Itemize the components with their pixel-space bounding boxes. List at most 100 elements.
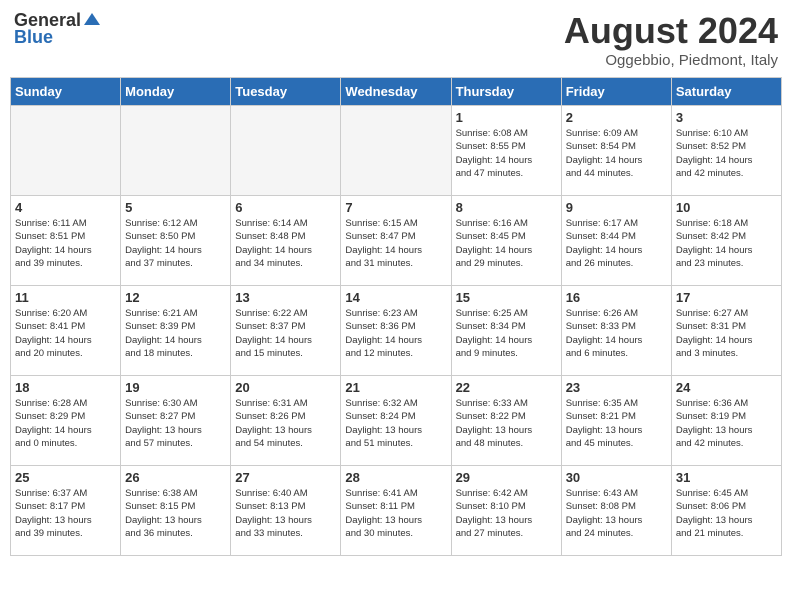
day-info: Sunrise: 6:43 AM Sunset: 8:08 PM Dayligh… — [566, 487, 667, 540]
day-number: 25 — [15, 470, 116, 485]
logo-icon — [82, 11, 102, 31]
day-number: 8 — [456, 200, 557, 215]
calendar-cell — [341, 106, 451, 196]
calendar-cell: 12 Sunrise: 6:21 AM Sunset: 8:39 PM Dayli… — [121, 286, 231, 376]
day-number: 15 — [456, 290, 557, 305]
calendar-cell: 14 Sunrise: 6:23 AM Sunset: 8:36 PM Dayli… — [341, 286, 451, 376]
day-info: Sunrise: 6:33 AM Sunset: 8:22 PM Dayligh… — [456, 397, 557, 450]
day-number: 11 — [15, 290, 116, 305]
day-number: 27 — [235, 470, 336, 485]
day-header-tuesday: Tuesday — [231, 78, 341, 106]
day-info: Sunrise: 6:27 AM Sunset: 8:31 PM Dayligh… — [676, 307, 777, 360]
day-info: Sunrise: 6:21 AM Sunset: 8:39 PM Dayligh… — [125, 307, 226, 360]
day-info: Sunrise: 6:09 AM Sunset: 8:54 PM Dayligh… — [566, 127, 667, 180]
day-header-friday: Friday — [561, 78, 671, 106]
day-number: 19 — [125, 380, 226, 395]
calendar-cell: 21Sunrise: 6:32 AM Sunset: 8:24 PM Dayli… — [341, 376, 451, 466]
day-number: 20 — [235, 380, 336, 395]
day-number: 23 — [566, 380, 667, 395]
calendar-cell: 19 Sunrise: 6:30 AM Sunset: 8:27 PM Dayli… — [121, 376, 231, 466]
calendar-cell: 8 Sunrise: 6:16 AM Sunset: 8:45 PM Daylig… — [451, 196, 561, 286]
calendar-cell: 16Sunrise: 6:26 AM Sunset: 8:33 PM Dayli… — [561, 286, 671, 376]
month-title: August 2024 — [564, 10, 778, 52]
calendar-cell: 4 Sunrise: 6:11 AM Sunset: 8:51 PM Daylig… — [11, 196, 121, 286]
calendar-cell: 11 Sunrise: 6:20 AM Sunset: 8:41 PM Dayli… — [11, 286, 121, 376]
week-row-2: 4 Sunrise: 6:11 AM Sunset: 8:51 PM Daylig… — [11, 196, 782, 286]
day-header-thursday: Thursday — [451, 78, 561, 106]
day-header-monday: Monday — [121, 78, 231, 106]
calendar-cell: 9Sunrise: 6:17 AM Sunset: 8:44 PM Daylig… — [561, 196, 671, 286]
calendar-cell: 17 Sunrise: 6:27 AM Sunset: 8:31 PM Dayli… — [671, 286, 781, 376]
day-number: 4 — [15, 200, 116, 215]
title-area: August 2024 Oggebbio, Piedmont, Italy — [564, 10, 778, 69]
day-number: 24 — [676, 380, 777, 395]
calendar-cell: 10 Sunrise: 6:18 AM Sunset: 8:42 PM Dayli… — [671, 196, 781, 286]
logo: General Blue — [14, 10, 103, 48]
day-number: 28 — [345, 470, 446, 485]
day-info: Sunrise: 6:35 AM Sunset: 8:21 PM Dayligh… — [566, 397, 667, 450]
day-info: Sunrise: 6:37 AM Sunset: 8:17 PM Dayligh… — [15, 487, 116, 540]
calendar-cell: 13 Sunrise: 6:22 AM Sunset: 8:37 PM Dayli… — [231, 286, 341, 376]
day-info: Sunrise: 6:41 AM Sunset: 8:11 PM Dayligh… — [345, 487, 446, 540]
day-number: 2 — [566, 110, 667, 125]
day-info: Sunrise: 6:22 AM Sunset: 8:37 PM Dayligh… — [235, 307, 336, 360]
day-number: 17 — [676, 290, 777, 305]
calendar-cell: 27 Sunrise: 6:40 AM Sunset: 8:13 PM Dayli… — [231, 466, 341, 556]
day-info: Sunrise: 6:11 AM Sunset: 8:51 PM Dayligh… — [15, 217, 116, 270]
calendar-cell: 7 Sunrise: 6:15 AM Sunset: 8:47 PM Daylig… — [341, 196, 451, 286]
calendar-cell: 20Sunrise: 6:31 AM Sunset: 8:26 PM Dayli… — [231, 376, 341, 466]
day-info: Sunrise: 6:30 AM Sunset: 8:27 PM Dayligh… — [125, 397, 226, 450]
day-info: Sunrise: 6:12 AM Sunset: 8:50 PM Dayligh… — [125, 217, 226, 270]
header: General Blue August 2024 Oggebbio, Piedm… — [10, 10, 782, 69]
day-number: 7 — [345, 200, 446, 215]
calendar-cell: 30 Sunrise: 6:43 AM Sunset: 8:08 PM Dayli… — [561, 466, 671, 556]
day-number: 22 — [456, 380, 557, 395]
day-info: Sunrise: 6:42 AM Sunset: 8:10 PM Dayligh… — [456, 487, 557, 540]
calendar-cell: 18 Sunrise: 6:28 AM Sunset: 8:29 PM Dayli… — [11, 376, 121, 466]
calendar-cell: 28 Sunrise: 6:41 AM Sunset: 8:11 PM Dayli… — [341, 466, 451, 556]
logo-blue-text: Blue — [14, 27, 53, 48]
calendar-table: SundayMondayTuesdayWednesdayThursdayFrid… — [10, 77, 782, 556]
day-info: Sunrise: 6:25 AM Sunset: 8:34 PM Dayligh… — [456, 307, 557, 360]
calendar-cell: 5Sunrise: 6:12 AM Sunset: 8:50 PM Daylig… — [121, 196, 231, 286]
header-row: SundayMondayTuesdayWednesdayThursdayFrid… — [11, 78, 782, 106]
day-info: Sunrise: 6:08 AM Sunset: 8:55 PM Dayligh… — [456, 127, 557, 180]
day-header-sunday: Sunday — [11, 78, 121, 106]
day-info: Sunrise: 6:16 AM Sunset: 8:45 PM Dayligh… — [456, 217, 557, 270]
week-row-3: 11 Sunrise: 6:20 AM Sunset: 8:41 PM Dayli… — [11, 286, 782, 376]
calendar-cell: 24 Sunrise: 6:36 AM Sunset: 8:19 PM Dayli… — [671, 376, 781, 466]
calendar-cell: 31 Sunrise: 6:45 AM Sunset: 8:06 PM Dayli… — [671, 466, 781, 556]
day-info: Sunrise: 6:45 AM Sunset: 8:06 PM Dayligh… — [676, 487, 777, 540]
day-number: 16 — [566, 290, 667, 305]
calendar-cell: 6Sunrise: 6:14 AM Sunset: 8:48 PM Daylig… — [231, 196, 341, 286]
week-row-5: 25 Sunrise: 6:37 AM Sunset: 8:17 PM Dayli… — [11, 466, 782, 556]
day-info: Sunrise: 6:23 AM Sunset: 8:36 PM Dayligh… — [345, 307, 446, 360]
day-number: 13 — [235, 290, 336, 305]
calendar-cell — [11, 106, 121, 196]
day-number: 21 — [345, 380, 446, 395]
day-info: Sunrise: 6:28 AM Sunset: 8:29 PM Dayligh… — [15, 397, 116, 450]
day-number: 18 — [15, 380, 116, 395]
day-number: 12 — [125, 290, 226, 305]
day-info: Sunrise: 6:15 AM Sunset: 8:47 PM Dayligh… — [345, 217, 446, 270]
location-subtitle: Oggebbio, Piedmont, Italy — [564, 52, 778, 69]
day-info: Sunrise: 6:36 AM Sunset: 8:19 PM Dayligh… — [676, 397, 777, 450]
calendar-cell: 3Sunrise: 6:10 AM Sunset: 8:52 PM Daylig… — [671, 106, 781, 196]
day-info: Sunrise: 6:40 AM Sunset: 8:13 PM Dayligh… — [235, 487, 336, 540]
calendar-cell: 22 Sunrise: 6:33 AM Sunset: 8:22 PM Dayli… — [451, 376, 561, 466]
calendar-cell: 29Sunrise: 6:42 AM Sunset: 8:10 PM Dayli… — [451, 466, 561, 556]
calendar-cell: 2 Sunrise: 6:09 AM Sunset: 8:54 PM Daylig… — [561, 106, 671, 196]
day-info: Sunrise: 6:38 AM Sunset: 8:15 PM Dayligh… — [125, 487, 226, 540]
day-header-saturday: Saturday — [671, 78, 781, 106]
day-number: 1 — [456, 110, 557, 125]
day-number: 6 — [235, 200, 336, 215]
calendar-cell — [231, 106, 341, 196]
calendar-cell: 26Sunrise: 6:38 AM Sunset: 8:15 PM Dayli… — [121, 466, 231, 556]
day-header-wednesday: Wednesday — [341, 78, 451, 106]
day-info: Sunrise: 6:18 AM Sunset: 8:42 PM Dayligh… — [676, 217, 777, 270]
day-number: 30 — [566, 470, 667, 485]
day-number: 31 — [676, 470, 777, 485]
day-number: 10 — [676, 200, 777, 215]
day-number: 14 — [345, 290, 446, 305]
day-info: Sunrise: 6:20 AM Sunset: 8:41 PM Dayligh… — [15, 307, 116, 360]
